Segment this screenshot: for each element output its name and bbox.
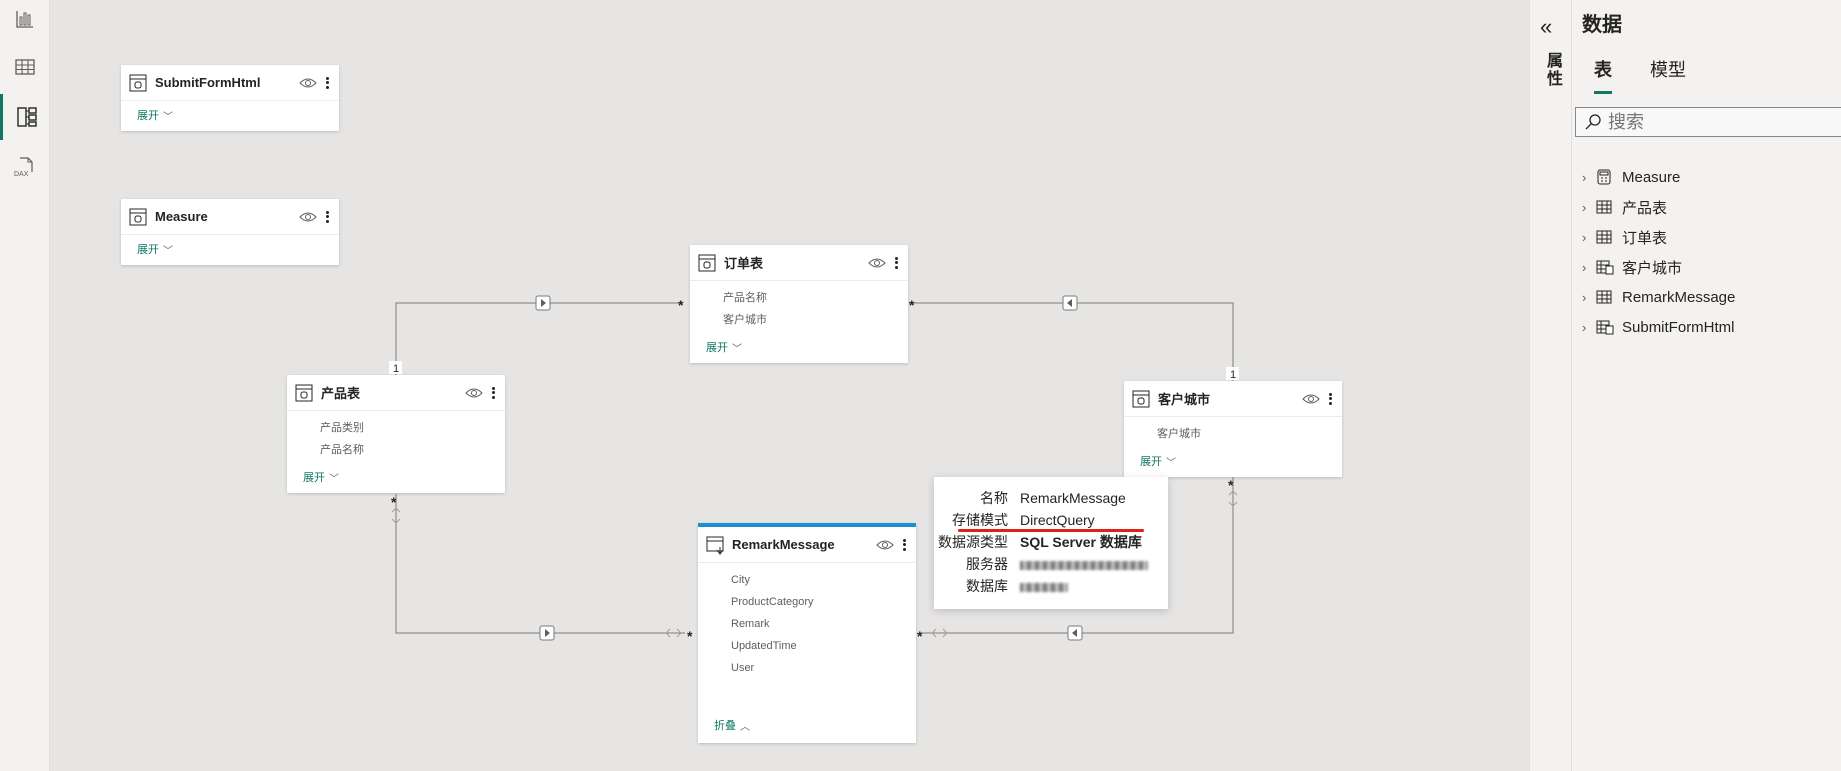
expand-button[interactable]: 展开 ﹀ xyxy=(287,463,505,493)
eye-icon[interactable] xyxy=(876,538,894,552)
list-item[interactable]: › SubmitFormHtml xyxy=(1582,312,1735,342)
table-icon xyxy=(1596,228,1618,246)
card-title: 客户城市 xyxy=(1158,392,1211,407)
list-item[interactable]: › RemarkMessage xyxy=(1582,282,1735,312)
report-view-button[interactable] xyxy=(0,0,50,42)
svg-text:DAX: DAX xyxy=(14,171,29,178)
field-item[interactable]: Remark xyxy=(731,613,916,635)
chevron-down-icon: ﹀ xyxy=(1166,457,1176,469)
card-title: SubmitFormHtml xyxy=(155,75,261,90)
chevron-right-icon: › xyxy=(1582,169,1587,185)
card-title: RemarkMessage xyxy=(732,537,835,552)
table-card-remarkmessage[interactable]: RemarkMessage City ProductCategory Remar… xyxy=(698,523,916,743)
table-icon xyxy=(1596,198,1618,216)
calculated-table-icon xyxy=(1596,258,1618,276)
chevron-right-icon: › xyxy=(1582,199,1587,215)
list-item[interactable]: › 产品表 xyxy=(1582,192,1735,222)
measure-table-icon xyxy=(1596,168,1618,186)
directquery-table-icon xyxy=(706,535,726,555)
properties-pane-collapsed[interactable]: « 属性 xyxy=(1529,0,1571,771)
view-rail: DAX xyxy=(0,0,50,771)
bar-chart-icon xyxy=(16,11,33,28)
field-item[interactable]: 客户城市 xyxy=(723,309,908,331)
card-title: 产品表 xyxy=(321,386,361,401)
table-view-button[interactable] xyxy=(0,44,50,90)
eye-icon[interactable] xyxy=(465,386,483,400)
dax-icon: DAX xyxy=(14,157,33,178)
chevron-down-icon: ﹀ xyxy=(732,343,742,355)
more-options-icon[interactable] xyxy=(323,209,331,225)
chevron-right-icon: › xyxy=(1582,319,1587,335)
chevron-right-icon: › xyxy=(1582,289,1587,305)
table-card-submitformhtml[interactable]: SubmitFormHtml 展开 ﹀ xyxy=(121,65,339,131)
tab-model[interactable]: 模型 xyxy=(1650,56,1686,90)
table-icon xyxy=(698,253,718,273)
pane-title: 数据 xyxy=(1582,14,1622,36)
eye-icon[interactable] xyxy=(299,210,317,224)
search-icon xyxy=(1585,114,1601,130)
measure-table-icon xyxy=(129,207,149,227)
chevron-up-icon: ︿ xyxy=(740,721,750,733)
field-item[interactable]: User xyxy=(731,657,916,679)
collapse-pane-icon[interactable]: « xyxy=(1540,14,1552,40)
data-pane: 数据 表 模型 ›Measure ›产品表 ›订单表 ›客户城市 ›Remark… xyxy=(1571,0,1841,771)
redacted-database xyxy=(1020,582,1068,592)
chevron-down-icon: ﹀ xyxy=(329,473,339,485)
expand-button[interactable]: 展开 ﹀ xyxy=(121,101,339,131)
calculated-table-icon xyxy=(1596,318,1618,336)
table-card-customer-city[interactable]: 客户城市 客户城市 展开 ﹀ xyxy=(1124,381,1342,477)
table-list: › Measure › 产品表 › 订单表 › 客户城市 › RemarkMessage … xyxy=(1582,162,1735,342)
list-item[interactable]: › Measure xyxy=(1582,162,1735,192)
calculated-table-icon xyxy=(129,73,149,93)
field-item[interactable]: City xyxy=(731,569,916,591)
redacted-server xyxy=(1020,560,1148,570)
eye-icon[interactable] xyxy=(868,256,886,270)
field-item[interactable]: 产品类别 xyxy=(320,417,505,439)
card-title: 订单表 xyxy=(724,256,764,271)
collapse-button[interactable]: 折叠 ︿ xyxy=(698,711,766,741)
expand-button[interactable]: 展开 ﹀ xyxy=(690,333,908,363)
card-title: Measure xyxy=(155,209,208,224)
table-icon xyxy=(295,383,315,403)
eye-icon[interactable] xyxy=(1302,392,1320,406)
chevron-down-icon: ﹀ xyxy=(163,111,173,123)
table-icon xyxy=(1596,288,1618,306)
chevron-right-icon: › xyxy=(1582,259,1587,275)
field-item[interactable]: ProductCategory xyxy=(731,591,916,613)
more-options-icon[interactable] xyxy=(1326,391,1334,407)
table-card-orders[interactable]: 订单表 产品名称 客户城市 展开 ﹀ xyxy=(690,245,908,363)
eye-icon[interactable] xyxy=(299,76,317,90)
grid-icon xyxy=(15,59,35,75)
search-box[interactable] xyxy=(1575,107,1841,137)
expand-button[interactable]: 展开 ﹀ xyxy=(1124,447,1342,477)
chevron-right-icon: › xyxy=(1582,229,1587,245)
table-card-products[interactable]: 产品表 产品类别 产品名称 展开 ﹀ xyxy=(287,375,505,493)
chevron-down-icon: ﹀ xyxy=(163,245,173,257)
table-info-tooltip: 名称 RemarkMessage 存储模式 DirectQuery 数据源类型 SQL… xyxy=(934,477,1168,609)
field-item[interactable]: 产品名称 xyxy=(320,439,505,461)
list-item[interactable]: › 订单表 xyxy=(1582,222,1735,252)
highlight-underline xyxy=(958,529,1144,532)
field-item[interactable]: 客户城市 xyxy=(1157,423,1342,445)
model-view-button[interactable] xyxy=(0,94,50,140)
field-item[interactable]: 产品名称 xyxy=(723,287,908,309)
search-input[interactable] xyxy=(1608,111,1808,133)
model-icon xyxy=(16,107,37,127)
more-options-icon[interactable] xyxy=(900,537,908,553)
table-icon xyxy=(1132,389,1152,409)
more-options-icon[interactable] xyxy=(323,75,331,91)
dax-query-view-button[interactable]: DAX xyxy=(0,144,50,190)
properties-label[interactable]: 属性 xyxy=(1540,52,1564,88)
table-card-measure[interactable]: Measure 展开 ﹀ xyxy=(121,199,339,265)
more-options-icon[interactable] xyxy=(892,255,900,271)
expand-button[interactable]: 展开 ﹀ xyxy=(121,235,339,265)
list-item[interactable]: › 客户城市 xyxy=(1582,252,1735,282)
more-options-icon[interactable] xyxy=(489,385,497,401)
tab-tables[interactable]: 表 xyxy=(1594,56,1612,94)
field-item[interactable]: UpdatedTime xyxy=(731,635,916,657)
